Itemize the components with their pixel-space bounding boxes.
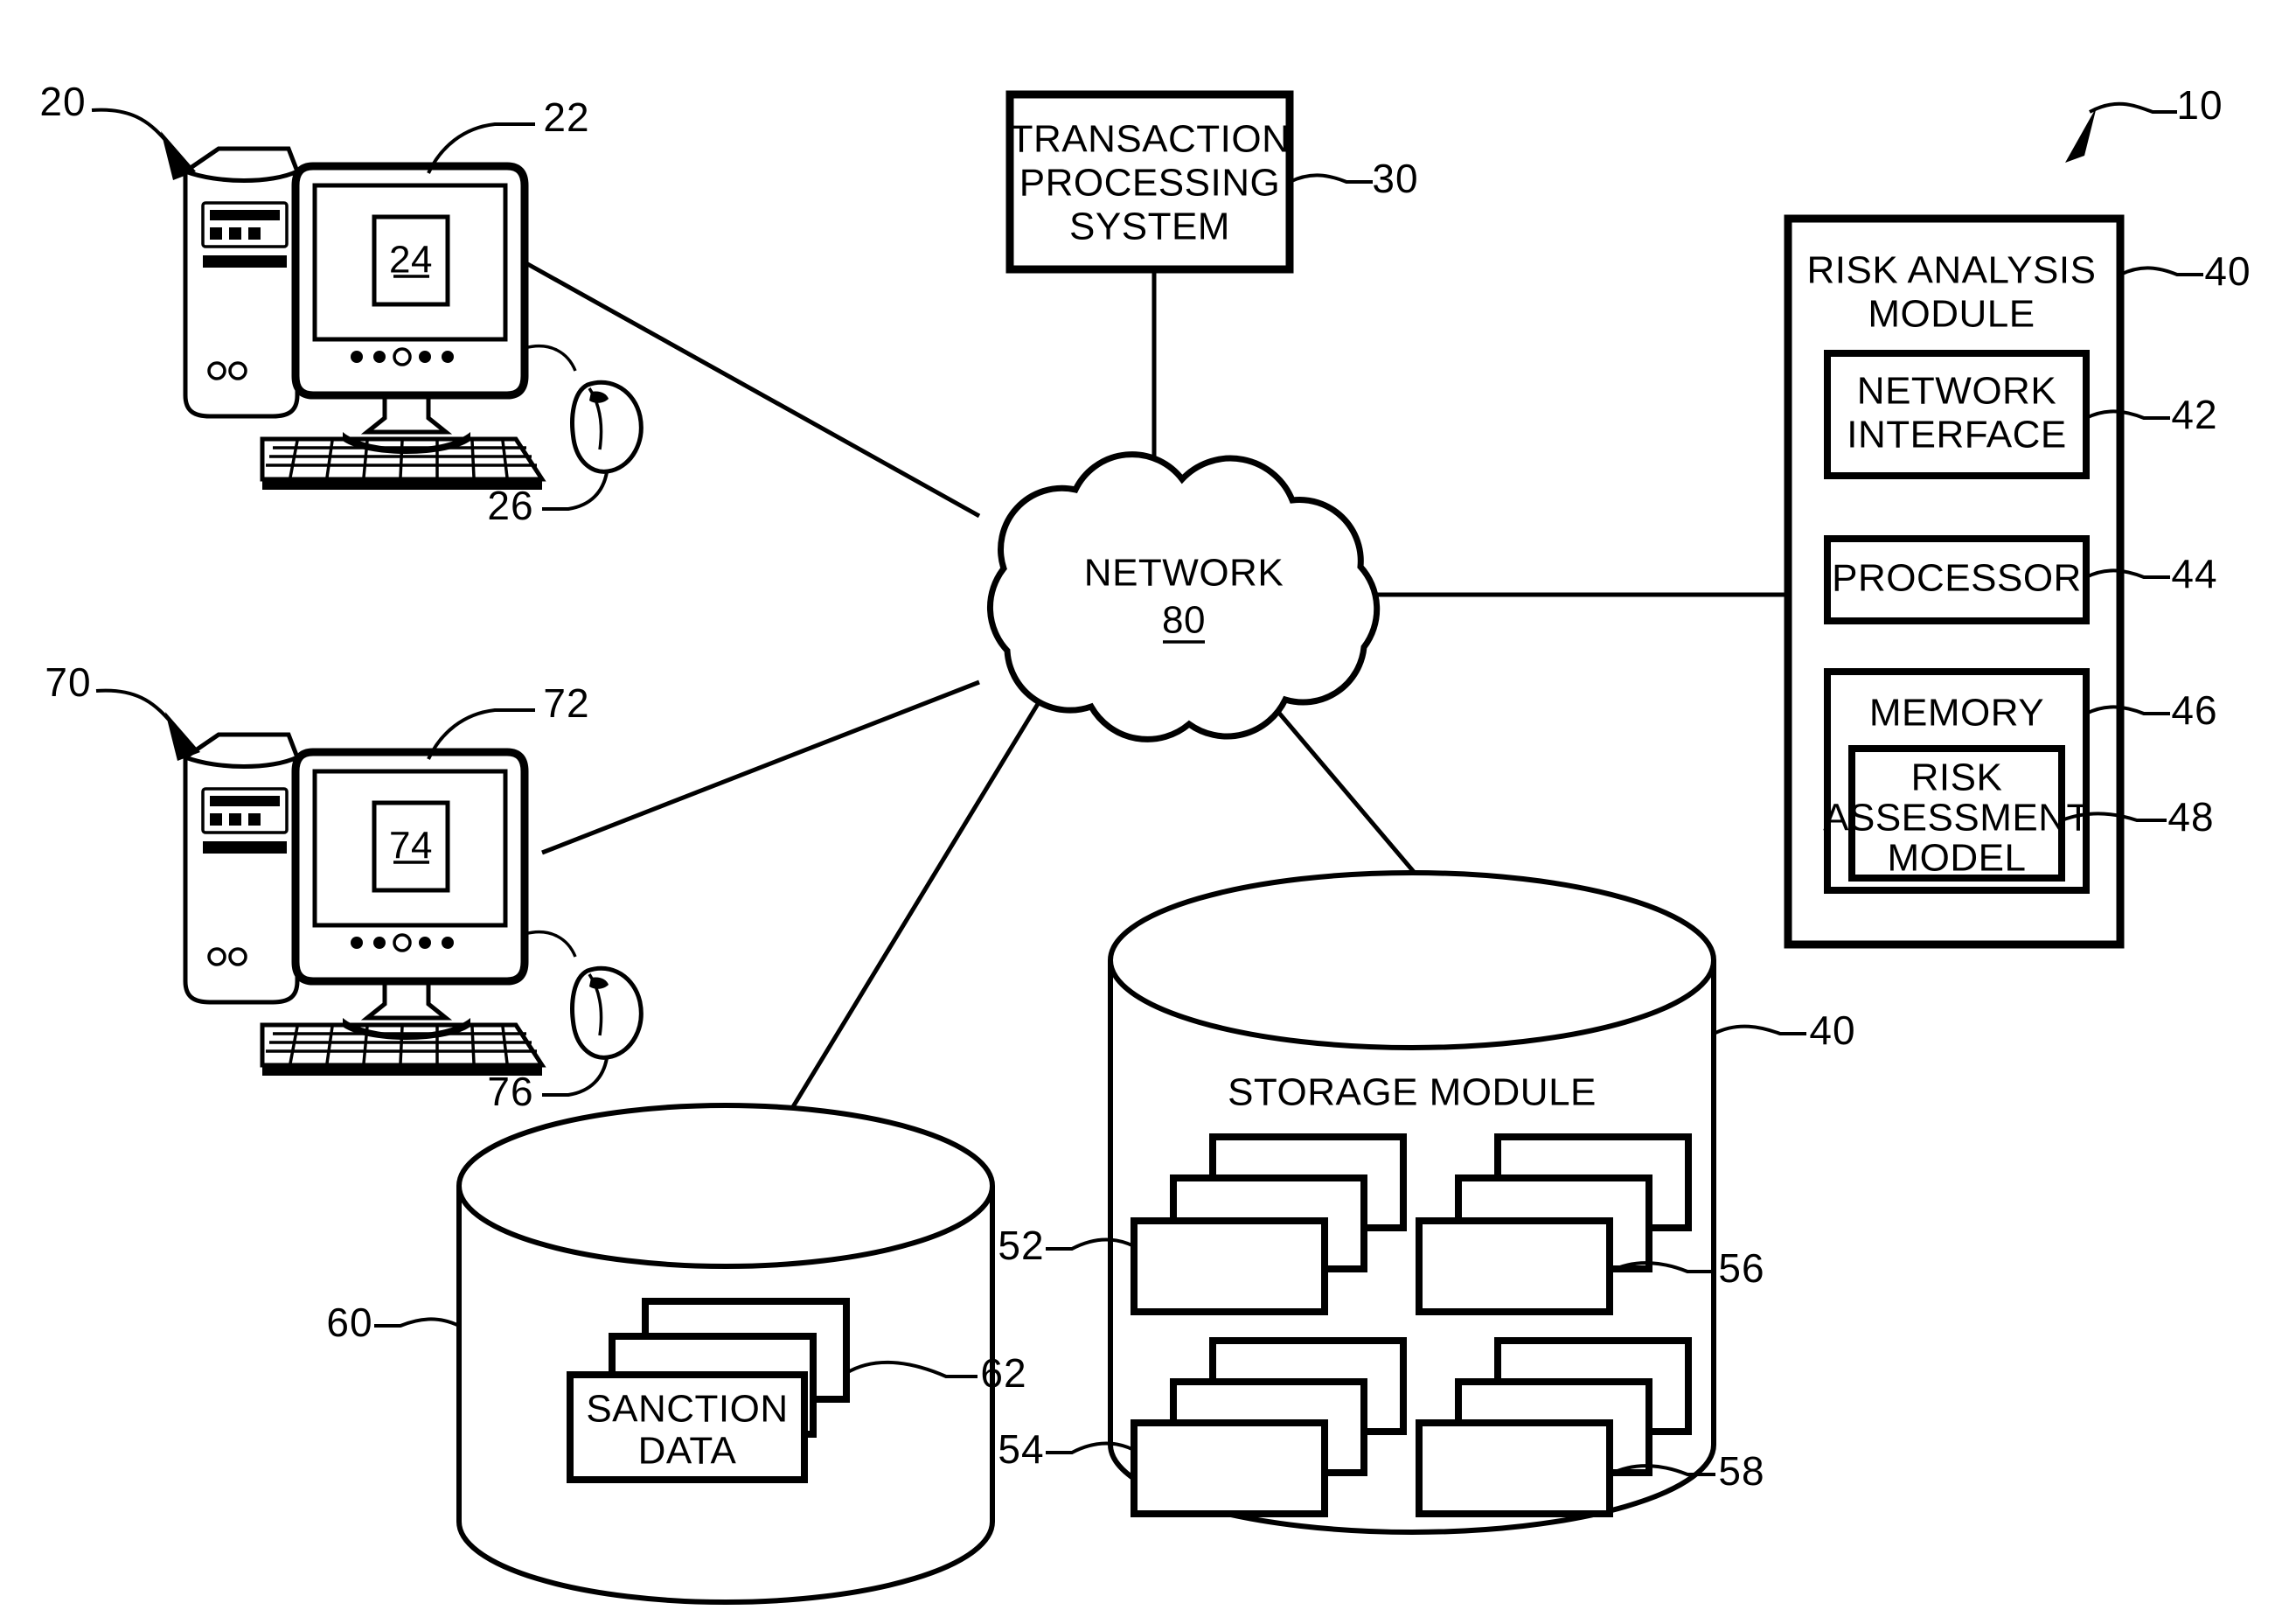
processor-label: PROCESSOR [1832, 557, 2082, 600]
ref-62: 62 [980, 1350, 1026, 1396]
risk-model-line1: RISK [1911, 756, 2003, 799]
link-workstation1-network [523, 260, 981, 519]
network-ref-80: 80 [1162, 599, 1206, 642]
ref-70: 70 [45, 659, 91, 705]
risk-module-label-line1: RISK ANALYSIS [1807, 249, 2097, 292]
stack56-front [1416, 1217, 1613, 1315]
patent-figure: 20 24 22 26 70 74 72 76 TRANSACTION PROC… [0, 0, 2296, 1610]
link-workstation2-network [541, 680, 980, 855]
ref-60: 60 [326, 1300, 372, 1345]
ref-58: 58 [1718, 1448, 1764, 1494]
ref-46: 46 [2171, 687, 2217, 733]
link-network-sanction-db [767, 698, 1043, 1147]
risk-module-label-line2: MODULE [1868, 293, 2035, 336]
ref-26: 26 [487, 483, 533, 528]
storage-module-top [1108, 870, 1716, 1050]
storage-module-label: STORAGE MODULE [1228, 1071, 1597, 1114]
figure-canvas: 20 24 22 26 70 74 72 76 TRANSACTION PROC… [39, 79, 2251, 1605]
ref-40-module: 40 [2204, 248, 2251, 294]
network-interface-line2: INTERFACE [1847, 414, 2066, 457]
ref-10: 10 [2176, 82, 2223, 128]
ref-42: 42 [2171, 392, 2217, 437]
arrow-head-icon [2065, 107, 2097, 163]
ref-54: 54 [998, 1426, 1044, 1472]
monitor-2[interactable]: 74 72 [291, 680, 590, 1040]
tps-label-line3: SYSTEM [1069, 206, 1230, 248]
tps-label-line2: PROCESSING [1019, 162, 1280, 205]
sanction-db-top [456, 1103, 995, 1269]
ref-20: 20 [39, 79, 86, 124]
workstation-2[interactable]: 70 74 72 76 [45, 659, 644, 1114]
callout-20: 20 [39, 79, 196, 180]
network-cloud[interactable]: NETWORK 80 [986, 451, 1381, 742]
callout-10-system: 10 [2065, 82, 2223, 163]
network-interface-line1: NETWORK [1857, 370, 2056, 413]
callout-70: 70 [45, 659, 200, 761]
ref-44: 44 [2171, 551, 2217, 596]
risk-model-line3: MODEL [1888, 837, 2027, 880]
network-label: NETWORK [1084, 552, 1284, 595]
ref-40-storage: 40 [1809, 1007, 1855, 1053]
cloud-shape [986, 451, 1381, 742]
risk-assessment-model-block[interactable]: RISK ASSESSMENT MODEL 48 [1823, 745, 2214, 882]
ref-72: 72 [543, 680, 589, 726]
memory-block[interactable]: MEMORY 46 RISK ASSESSMENT MODEL 48 [1823, 668, 2217, 894]
ref-76: 76 [487, 1069, 533, 1114]
ref-30: 30 [1372, 156, 1418, 201]
stack58-front [1416, 1419, 1613, 1517]
stack52-front [1131, 1217, 1328, 1315]
ref-52: 52 [998, 1223, 1044, 1268]
arrow-head-icon [165, 712, 200, 761]
ref-22: 22 [543, 94, 589, 140]
computer-tower-2 [183, 732, 300, 1005]
computer-tower-1 [183, 146, 300, 419]
processor-block[interactable]: PROCESSOR 44 [1824, 535, 2218, 624]
sanction-card-line1: SANCTION [586, 1388, 788, 1431]
workstation-1[interactable]: 20 24 22 26 [39, 79, 644, 528]
tps-label-line1: TRANSACTION [1010, 118, 1291, 161]
sanction-database[interactable]: SANCTION DATA 60 62 [326, 1103, 1026, 1605]
transaction-processing-system[interactable]: TRANSACTION PROCESSING SYSTEM 30 [1005, 90, 1419, 274]
ref-48: 48 [2167, 794, 2214, 840]
sanction-card-line2: DATA [638, 1430, 737, 1473]
storage-module[interactable]: STORAGE MODULE 52 54 56 58 40 [998, 870, 1855, 1535]
risk-analysis-module[interactable]: 10 RISK ANALYSIS MODULE 40 NETWORK INTER… [1784, 82, 2251, 949]
memory-label: MEMORY [1869, 692, 2044, 735]
ref-56: 56 [1718, 1245, 1764, 1291]
network-interface-block[interactable]: NETWORK INTERFACE 42 [1824, 350, 2218, 479]
risk-model-line2: ASSESSMENT [1823, 797, 2091, 840]
stack54-front [1131, 1419, 1328, 1517]
